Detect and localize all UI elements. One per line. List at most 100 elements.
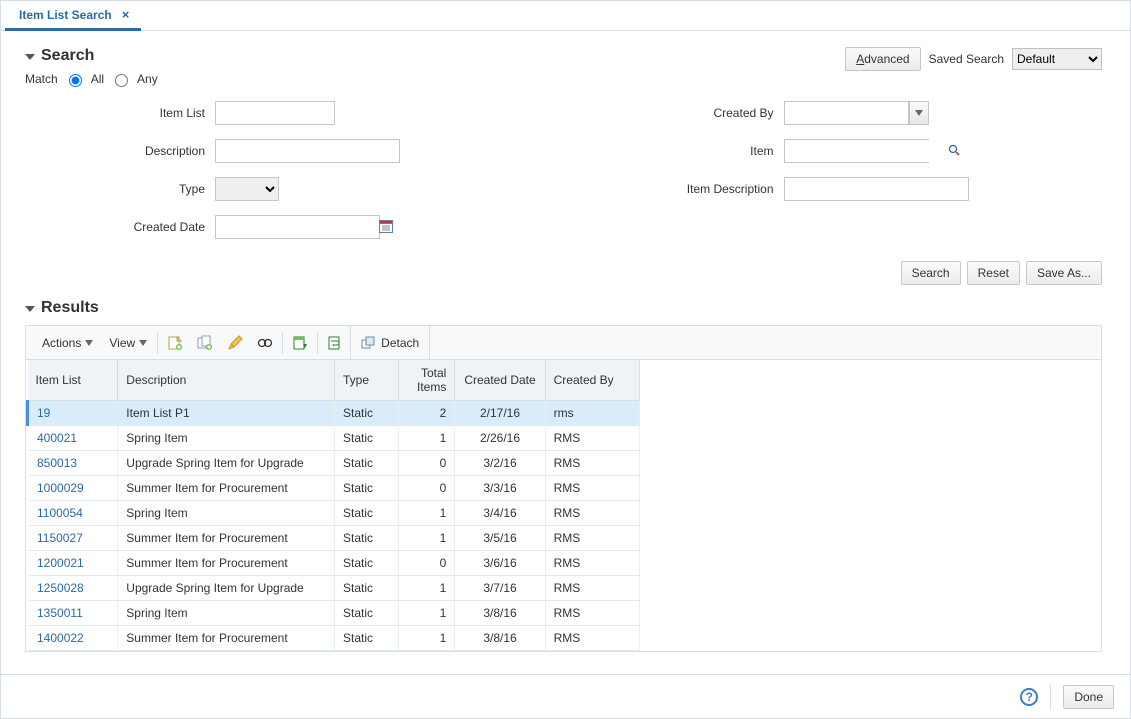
field-created-date: Created Date bbox=[25, 215, 534, 239]
col-item-list[interactable]: Item List bbox=[28, 360, 118, 401]
cell-created-by: RMS bbox=[545, 626, 639, 651]
table-row[interactable]: 1250028Upgrade Spring Item for UpgradeSt… bbox=[28, 576, 640, 601]
input-item-description[interactable] bbox=[784, 177, 969, 201]
tab-bar: Item List Search × bbox=[1, 1, 1130, 31]
input-created-by[interactable] bbox=[784, 101, 909, 125]
calendar-icon[interactable] bbox=[379, 219, 393, 236]
cell-created-by: RMS bbox=[545, 476, 639, 501]
col-type[interactable]: Type bbox=[334, 360, 398, 401]
cell-item-list[interactable]: 850013 bbox=[28, 451, 118, 476]
select-type[interactable] bbox=[215, 177, 279, 201]
body-scroll[interactable]: Search Match All Any Advanced Saved Sear… bbox=[1, 31, 1130, 674]
edit-icon[interactable] bbox=[220, 326, 250, 359]
search-header-row: Search Match All Any Advanced Saved Sear… bbox=[25, 47, 1102, 95]
reset-button[interactable]: Reset bbox=[967, 261, 1020, 285]
col-total-items[interactable]: Total Items bbox=[399, 360, 455, 401]
help-icon[interactable]: ? bbox=[1020, 688, 1038, 706]
view-menu[interactable]: View bbox=[101, 326, 155, 359]
search-icon[interactable] bbox=[948, 144, 960, 159]
date-input-wrap bbox=[215, 215, 380, 239]
done-button[interactable]: Done bbox=[1063, 685, 1114, 709]
results-section-header[interactable]: Results bbox=[25, 299, 1102, 317]
cell-item-list[interactable]: 1350011 bbox=[28, 601, 118, 626]
create-icon[interactable] bbox=[160, 326, 190, 359]
table-row[interactable]: 1200021Summer Item for ProcurementStatic… bbox=[28, 551, 640, 576]
export-icon[interactable] bbox=[285, 326, 315, 359]
table-row[interactable]: 400021Spring ItemStatic12/26/16RMS bbox=[28, 426, 640, 451]
cell-item-list[interactable]: 1250028 bbox=[28, 576, 118, 601]
cell-created-by: RMS bbox=[545, 551, 639, 576]
cell-created-date: 3/8/16 bbox=[455, 601, 545, 626]
lov-button-created-by[interactable] bbox=[909, 101, 929, 125]
col-description[interactable]: Description bbox=[118, 360, 335, 401]
cell-item-list[interactable]: 19 bbox=[28, 401, 118, 426]
cell-created-date: 3/6/16 bbox=[455, 551, 545, 576]
cell-created-by: RMS bbox=[545, 451, 639, 476]
input-created-date[interactable] bbox=[216, 216, 379, 238]
search-button[interactable]: Search bbox=[901, 261, 961, 285]
cell-created-by: rms bbox=[545, 401, 639, 426]
table-row[interactable]: 1150027Summer Item for ProcurementStatic… bbox=[28, 526, 640, 551]
cell-created-date: 3/3/16 bbox=[455, 476, 545, 501]
table-row[interactable]: 1350011Spring ItemStatic13/8/16RMS bbox=[28, 601, 640, 626]
cell-item-list[interactable]: 400021 bbox=[28, 426, 118, 451]
detach-icon bbox=[361, 336, 375, 350]
cell-created-by: RMS bbox=[545, 526, 639, 551]
col-created-by[interactable]: Created By bbox=[545, 360, 639, 401]
input-item[interactable] bbox=[785, 140, 948, 162]
col-created-date[interactable]: Created Date bbox=[455, 360, 545, 401]
cell-total-items: 1 bbox=[399, 526, 455, 551]
cell-description: Summer Item for Procurement bbox=[118, 476, 335, 501]
input-item-list[interactable] bbox=[215, 101, 335, 125]
cell-total-items: 2 bbox=[399, 401, 455, 426]
label-item: Item bbox=[594, 144, 784, 158]
cell-type: Static bbox=[334, 601, 398, 626]
label-created-by: Created By bbox=[594, 106, 784, 120]
item-input-wrap bbox=[784, 139, 929, 163]
view-icon[interactable] bbox=[250, 326, 280, 359]
results-table-wrap: Item List Description Type Total Items C… bbox=[25, 359, 1102, 652]
cell-item-list[interactable]: 1400022 bbox=[28, 626, 118, 651]
cell-type: Static bbox=[334, 526, 398, 551]
cell-total-items: 1 bbox=[399, 426, 455, 451]
table-row[interactable]: 1100054Spring ItemStatic13/4/16RMS bbox=[28, 501, 640, 526]
match-any-radio[interactable] bbox=[115, 74, 128, 87]
detach-button[interactable]: Detach bbox=[350, 326, 430, 359]
cell-created-date: 3/5/16 bbox=[455, 526, 545, 551]
wrap-icon[interactable] bbox=[320, 326, 350, 359]
field-item-list: Item List bbox=[25, 101, 534, 125]
search-form: Item List Description Type Created Date bbox=[25, 101, 1102, 253]
close-icon[interactable]: × bbox=[122, 7, 130, 22]
cell-type: Static bbox=[334, 501, 398, 526]
cell-description: Spring Item bbox=[118, 601, 335, 626]
tab-label: Item List Search bbox=[19, 8, 112, 22]
label-item-list: Item List bbox=[25, 106, 215, 120]
cell-description: Spring Item bbox=[118, 426, 335, 451]
advanced-button[interactable]: Advanced bbox=[845, 47, 920, 71]
cell-created-date: 3/8/16 bbox=[455, 626, 545, 651]
table-row[interactable]: 850013Upgrade Spring Item for UpgradeSta… bbox=[28, 451, 640, 476]
cell-item-list[interactable]: 1150027 bbox=[28, 526, 118, 551]
table-row[interactable]: 1400022Summer Item for ProcurementStatic… bbox=[28, 626, 640, 651]
cell-total-items: 1 bbox=[399, 576, 455, 601]
actions-menu[interactable]: Actions bbox=[34, 326, 101, 359]
search-col-right: Created By Item bbox=[594, 101, 1103, 253]
cell-item-list[interactable]: 1000029 bbox=[28, 476, 118, 501]
tab-item-list-search[interactable]: Item List Search × bbox=[5, 1, 141, 31]
search-section-header[interactable]: Search bbox=[25, 47, 158, 65]
cell-item-list[interactable]: 1200021 bbox=[28, 551, 118, 576]
label-item-description: Item Description bbox=[594, 182, 784, 196]
table-header-row: Item List Description Type Total Items C… bbox=[28, 360, 640, 401]
input-description[interactable] bbox=[215, 139, 400, 163]
results-toolbar: Actions View bbox=[25, 325, 1102, 359]
content: Search Match All Any Advanced Saved Sear… bbox=[1, 31, 1130, 674]
table-row[interactable]: 19Item List P1Static22/17/16rms bbox=[28, 401, 640, 426]
search-top-right: Advanced Saved Search Default bbox=[845, 47, 1102, 71]
saved-search-select[interactable]: Default bbox=[1012, 48, 1102, 70]
table-row[interactable]: 1000029Summer Item for ProcurementStatic… bbox=[28, 476, 640, 501]
save-as-button[interactable]: Save As... bbox=[1026, 261, 1102, 285]
create-from-existing-icon[interactable] bbox=[190, 326, 220, 359]
cell-item-list[interactable]: 1100054 bbox=[28, 501, 118, 526]
cell-total-items: 0 bbox=[399, 451, 455, 476]
match-all-radio[interactable] bbox=[69, 74, 82, 87]
